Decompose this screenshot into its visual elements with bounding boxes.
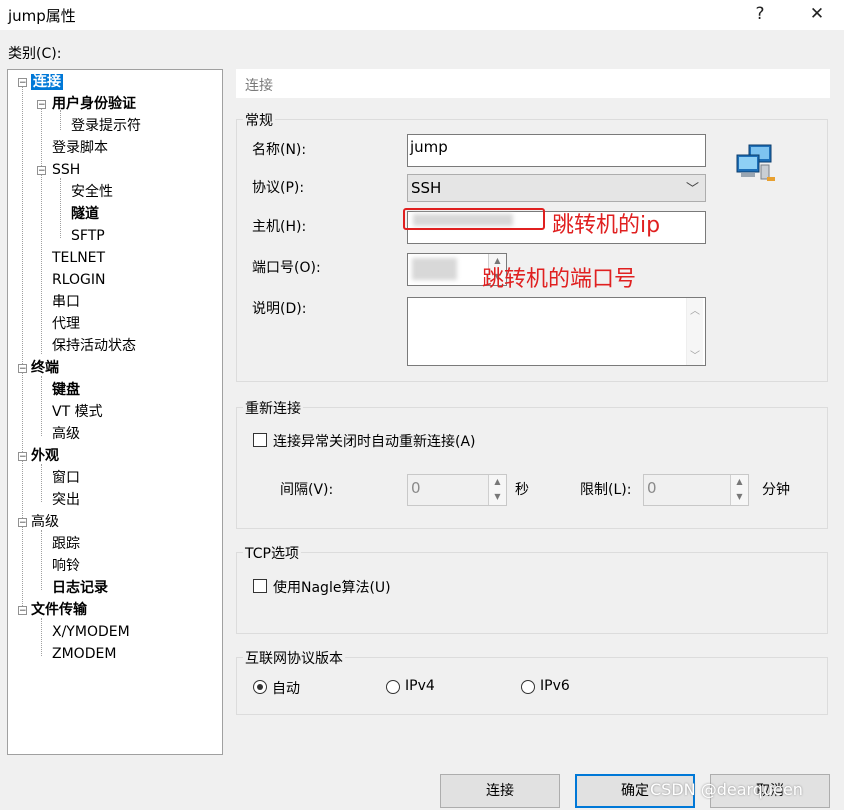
tcp-group-title: TCP选项	[243, 543, 301, 563]
spin-down-icon[interactable]: ▼	[731, 490, 748, 505]
protocol-select[interactable]: SSH ﹀	[407, 174, 706, 202]
host-label: 主机(H):	[252, 219, 307, 235]
collapse-icon[interactable]: −	[18, 606, 27, 616]
chevron-down-icon: ﹀	[685, 182, 699, 197]
tree-item-appearance[interactable]: 外观	[31, 446, 59, 466]
collapse-icon[interactable]: −	[37, 166, 46, 176]
scroll-up-icon[interactable]: ︿	[687, 302, 703, 317]
name-label: 名称(N):	[252, 142, 307, 158]
window-title: jump属性	[8, 7, 76, 25]
tree-guide-line	[41, 530, 42, 590]
tree-item-ssh[interactable]: SSH	[52, 160, 80, 180]
page-header: 连接	[236, 69, 830, 98]
nagle-checkbox[interactable]	[253, 579, 267, 593]
network-computers-icon	[735, 143, 777, 185]
spin-down-icon[interactable]: ▼	[489, 490, 506, 505]
interval-spinner[interactable]: ▲ ▼	[488, 475, 506, 505]
tree-item-highlight[interactable]: 突出	[52, 490, 80, 510]
protocol-value: SSH	[411, 179, 442, 197]
category-tree[interactable]: − − − − − − − 连接 用户身份验证 登录提示符 登录脚本 SSH 安…	[7, 69, 223, 755]
tree-item-file-transfer[interactable]: 文件传输	[31, 600, 87, 620]
tree-guide-line	[41, 464, 42, 502]
tree-item-zmodem[interactable]: ZMODEM	[52, 644, 116, 664]
title-bar	[0, 0, 844, 30]
collapse-icon[interactable]: −	[18, 78, 27, 88]
collapse-icon[interactable]: −	[37, 100, 46, 110]
collapse-icon[interactable]: −	[18, 364, 27, 374]
tree-item-connection[interactable]: 连接	[31, 72, 63, 92]
close-icon[interactable]: ✕	[802, 2, 832, 28]
tree-item-label: 连接	[31, 74, 63, 90]
tree-item-rlogin[interactable]: RLOGIN	[52, 270, 106, 290]
tree-guide-line	[41, 376, 42, 436]
protocol-label: 协议(P):	[252, 180, 305, 196]
tree-guide-line	[22, 82, 23, 612]
collapse-icon[interactable]: −	[18, 518, 27, 528]
auto-reconnect-label: 连接异常关闭时自动重新连接(A)	[273, 434, 476, 450]
tree-item-trace[interactable]: 跟踪	[52, 534, 80, 554]
auto-reconnect-checkbox[interactable]	[253, 433, 267, 447]
tree-item-keepalive[interactable]: 保持活动状态	[52, 336, 136, 356]
csdn-watermark: CSDN @dearqueen	[650, 780, 803, 799]
tree-item-proxy[interactable]: 代理	[52, 314, 80, 334]
redacted-port	[412, 258, 457, 280]
tree-item-keyboard[interactable]: 键盘	[52, 380, 80, 400]
spin-up-icon[interactable]: ▲	[489, 475, 506, 490]
port-label: 端口号(O):	[252, 260, 321, 276]
help-button[interactable]: ?	[745, 2, 775, 28]
tree-item-tunnel[interactable]: 隧道	[71, 204, 99, 224]
ip-version-group-title: 互联网协议版本	[243, 648, 345, 668]
description-label: 说明(D):	[252, 301, 307, 317]
ip-auto-label: 自动	[272, 681, 300, 697]
tree-item-vt-mode[interactable]: VT 模式	[52, 402, 103, 422]
tree-guide-line	[60, 178, 61, 238]
name-input[interactable]: jump	[407, 134, 706, 167]
page-title: 连接	[245, 78, 273, 94]
tree-item-terminal[interactable]: 终端	[31, 358, 59, 378]
port-annotation: 跳转机的端口号	[482, 267, 637, 292]
ip-auto-radio[interactable]	[253, 680, 267, 694]
ipv6-label: IPv6	[540, 678, 570, 694]
tree-item-logging[interactable]: 日志记录	[52, 578, 108, 598]
tree-item-telnet[interactable]: TELNET	[52, 248, 105, 268]
limit-label: 限制(L):	[580, 482, 632, 498]
ipv4-radio[interactable]	[386, 680, 400, 694]
description-textarea[interactable]	[407, 297, 706, 366]
tree-item-window[interactable]: 窗口	[52, 468, 80, 488]
tree-item-auth[interactable]: 用户身份验证	[52, 94, 136, 114]
tree-item-serial[interactable]: 串口	[52, 292, 80, 312]
reconnect-group-title: 重新连接	[243, 398, 303, 418]
tree-item-advanced[interactable]: 高级	[31, 512, 59, 532]
scroll-down-icon[interactable]: ﹀	[687, 347, 703, 362]
interval-unit: 秒	[515, 482, 529, 498]
tree-item-bell[interactable]: 响铃	[52, 556, 80, 576]
tree-item-xymodem[interactable]: X/YMODEM	[52, 622, 130, 642]
interval-label: 间隔(V):	[280, 482, 334, 498]
general-group-title: 常规	[243, 110, 275, 130]
collapse-icon[interactable]: −	[18, 452, 27, 462]
ipv4-label: IPv4	[405, 678, 435, 694]
host-highlight-box	[403, 208, 545, 230]
tree-item-login-prompt[interactable]: 登录提示符	[71, 116, 141, 136]
ipv6-radio[interactable]	[521, 680, 535, 694]
host-annotation: 跳转机的ip	[552, 213, 661, 238]
tree-item-login-script[interactable]: 登录脚本	[52, 138, 108, 158]
tree-guide-line	[41, 618, 42, 656]
limit-unit: 分钟	[762, 482, 790, 498]
limit-spinner[interactable]: ▲ ▼	[730, 475, 748, 505]
tree-item-sftp[interactable]: SFTP	[71, 226, 105, 246]
tree-guide-line	[41, 104, 42, 354]
description-scrollbar[interactable]: ︿ ﹀	[686, 298, 703, 365]
connect-button[interactable]: 连接	[440, 774, 560, 808]
spin-up-icon[interactable]: ▲	[731, 475, 748, 490]
tree-item-security[interactable]: 安全性	[71, 182, 113, 202]
tree-item-terminal-advanced[interactable]: 高级	[52, 424, 80, 444]
reconnect-group	[236, 407, 828, 529]
category-label: 类别(C):	[8, 46, 62, 62]
nagle-label: 使用Nagle算法(U)	[273, 580, 391, 596]
